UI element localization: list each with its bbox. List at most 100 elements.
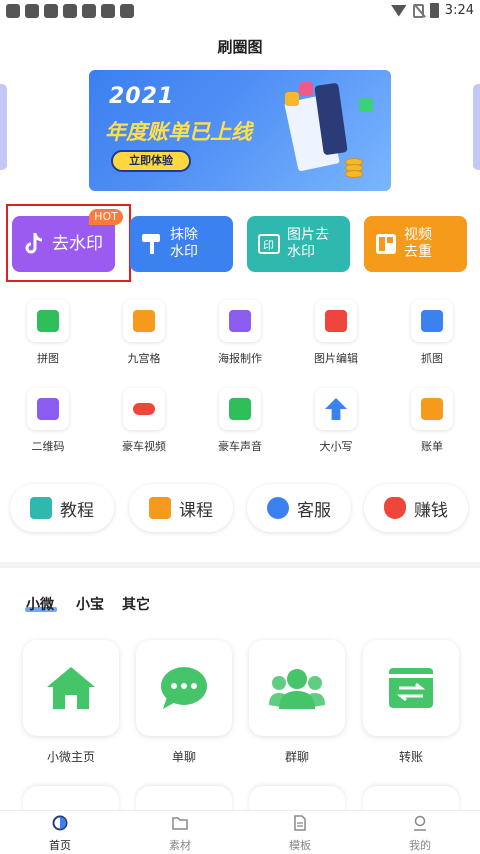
tool-label: 大小写 <box>319 440 353 453</box>
collage-icon <box>37 310 59 332</box>
coin-icon <box>345 170 363 178</box>
video-dedup-button[interactable]: 视频 去重 <box>364 216 467 272</box>
banner-illustration <box>279 78 379 188</box>
capture-image-icon <box>421 310 443 332</box>
image-remove-watermark-button[interactable]: 印 图片去 水印 <box>247 216 350 272</box>
status-time: 3:24 <box>444 3 474 18</box>
tool-nine-grid[interactable]: 九宫格 <box>104 300 184 366</box>
notification-icon <box>82 4 96 18</box>
app-label: 群聊 <box>284 750 309 764</box>
folder-icon <box>172 817 188 830</box>
book-icon <box>30 497 52 519</box>
home-icon <box>47 667 95 709</box>
tool-image-edit[interactable]: 图片编辑 <box>296 300 376 366</box>
grid-nine-icon <box>133 310 155 332</box>
notification-icon <box>120 4 134 18</box>
tool-label: 九宫格 <box>127 352 161 365</box>
feature-label: 抹除 水印 <box>170 227 198 261</box>
nav-profile[interactable]: 我的 <box>390 815 450 853</box>
carousel-prev-peek[interactable] <box>0 84 7 170</box>
pill-label: 客服 <box>297 500 331 521</box>
tool-engine-sound[interactable]: 豪车声音 <box>200 388 280 454</box>
wifi-icon <box>390 4 407 17</box>
video-dedup-icon <box>374 232 398 256</box>
chip-icon <box>299 82 313 96</box>
image-edit-icon <box>325 310 347 332</box>
feature-label-line2: 水印 <box>287 244 315 260</box>
arrow-up-icon <box>325 398 347 420</box>
tool-bill[interactable]: 账单 <box>392 388 472 454</box>
tab-xiaobao[interactable]: 小宝 <box>76 594 104 614</box>
app-label: 转账 <box>398 750 423 764</box>
notification-icon <box>6 4 20 18</box>
image-stamp-icon: 印 <box>257 232 281 256</box>
tool-label: 豪车声音 <box>218 440 262 453</box>
notification-icon <box>44 4 58 18</box>
erase-watermark-button[interactable]: 抹除 水印 <box>130 216 233 272</box>
battery-icon <box>429 3 439 18</box>
tool-label: 抓图 <box>421 352 443 365</box>
app-single-chat[interactable]: 单聊 <box>136 640 232 765</box>
tool-collage[interactable]: 拼图 <box>8 300 88 366</box>
notification-icons <box>6 4 134 18</box>
feature-label-line2: 去重 <box>404 244 432 260</box>
engine-sound-icon <box>229 398 251 420</box>
notification-icon <box>101 4 115 18</box>
earn-money-button[interactable]: 赚钱 <box>364 484 468 532</box>
page-title: 刷圈图 <box>217 38 263 56</box>
tool-label: 二维码 <box>31 440 65 453</box>
svg-text:印: 印 <box>263 239 274 252</box>
tool-qr-code[interactable]: 二维码 <box>8 388 88 454</box>
tool-label: 拼图 <box>37 352 59 365</box>
tool-label: 豪车视频 <box>122 440 166 453</box>
course-button[interactable]: 课程 <box>129 484 233 532</box>
qr-code-icon <box>37 398 59 420</box>
tool-capture[interactable]: 抓图 <box>392 300 472 366</box>
nav-home[interactable]: 首页 <box>30 815 90 853</box>
support-icon <box>267 497 289 519</box>
tab-other[interactable]: 其它 <box>122 594 150 614</box>
tool-label: 账单 <box>421 440 443 453</box>
no-sim-icon <box>412 3 424 18</box>
tool-poster[interactable]: 海报制作 <box>200 300 280 366</box>
chip-icon <box>285 92 299 106</box>
tool-car-video[interactable]: 豪车视频 <box>104 388 184 454</box>
chat-bubble-icon <box>161 667 207 709</box>
app-label: 单聊 <box>171 750 196 764</box>
nav-label: 我的 <box>409 839 431 852</box>
nav-materials[interactable]: 素材 <box>150 815 210 853</box>
paint-roller-icon <box>140 232 164 256</box>
tab-xiaowei[interactable]: 小微 <box>26 594 54 614</box>
carousel-next-peek[interactable] <box>473 84 480 170</box>
group-icon <box>269 669 325 709</box>
banner-headline: 年度账单已上线 <box>105 120 252 144</box>
nav-label: 素材 <box>169 839 191 852</box>
banner-year: 2021 <box>109 84 175 109</box>
tool-case-convert[interactable]: 大小写 <box>296 388 376 454</box>
promo-banner[interactable]: 2021 年度账单已上线 立即体验 <box>89 70 391 191</box>
feature-label: 图片去 水印 <box>287 227 329 261</box>
feature-label: 视频 去重 <box>404 227 432 261</box>
highlight-frame <box>6 204 131 282</box>
app-label: 小微主页 <box>46 750 95 764</box>
tool-label: 海报制作 <box>218 352 262 365</box>
car-video-icon <box>133 403 155 415</box>
yen-bill-icon <box>421 398 443 420</box>
tool-label: 图片编辑 <box>314 352 358 365</box>
document-icon <box>294 815 306 831</box>
app-transfer[interactable]: 转账 <box>363 640 459 765</box>
app-group-chat[interactable]: 群聊 <box>249 640 345 765</box>
customer-service-button[interactable]: 客服 <box>247 484 351 532</box>
profile-icon <box>414 815 426 831</box>
feature-label-line1: 视频 <box>404 227 432 243</box>
bottom-nav: 首页 素材 模板 我的 <box>0 810 480 854</box>
nav-templates[interactable]: 模板 <box>270 815 330 853</box>
status-bar: 3:24 <box>0 0 480 24</box>
feature-label-line2: 水印 <box>170 244 198 260</box>
pill-label: 教程 <box>60 500 94 521</box>
banner-try-button[interactable]: 立即体验 <box>111 150 191 172</box>
tutorial-button[interactable]: 教程 <box>10 484 114 532</box>
notification-icon <box>63 4 77 18</box>
app-home-page[interactable]: 小微主页 <box>23 640 119 765</box>
money-bag-icon <box>384 497 406 519</box>
